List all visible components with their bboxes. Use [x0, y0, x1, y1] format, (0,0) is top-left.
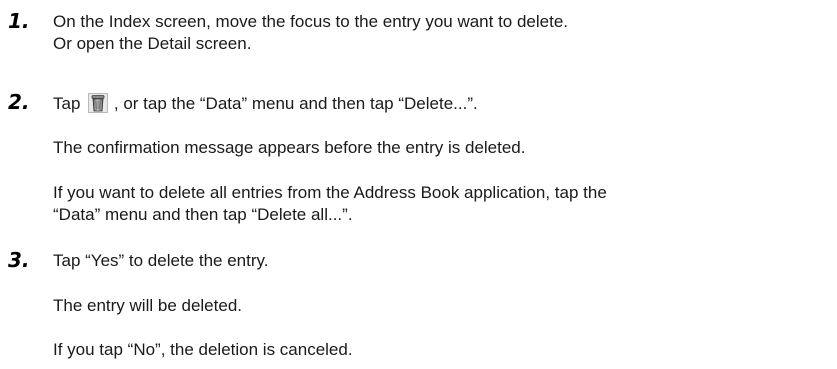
step-2-confirmation-note: The confirmation message appears before …: [53, 138, 526, 157]
trash-can-icon: [88, 93, 109, 113]
step-1-line-1: On the Index screen, move the focus to t…: [53, 12, 569, 31]
instruction-document: 1. On the Index screen, move the focus t…: [0, 0, 837, 369]
step-3-result-note: The entry will be deleted.: [53, 296, 242, 315]
step-3-instruction: Tap “Yes” to delete the entry.: [53, 251, 269, 270]
step-2-delete-all-note-line-2: “Data” menu and then tap “Delete all...”…: [53, 205, 353, 224]
step-2-text-before-icon: Tap: [53, 94, 81, 113]
step-1-number: 1.: [8, 9, 30, 33]
step-2-text-after-icon: , or tap the “Data” menu and then tap “D…: [113, 94, 478, 113]
step-2-number: 2.: [8, 90, 30, 114]
step-3-number: 3.: [8, 248, 30, 272]
step-3-cancel-note: If you tap “No”, the deletion is cancele…: [53, 340, 353, 359]
step-2-delete-all-note-line-1: If you want to delete all entries from t…: [53, 183, 607, 202]
step-1-line-2: Or open the Detail screen.: [53, 34, 252, 53]
step-2-instruction: Tap , or tap the “Data” menu and then ta…: [53, 93, 478, 114]
